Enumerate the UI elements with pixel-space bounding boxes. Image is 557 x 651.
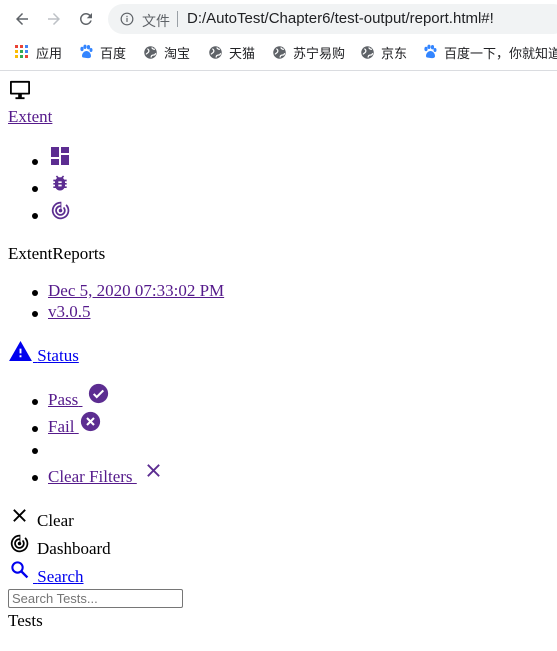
globe-icon <box>359 44 375 60</box>
bookmark-label: 百度 <box>100 45 127 61</box>
close-icon[interactable] <box>145 462 162 479</box>
arrow-right-icon <box>48 13 60 25</box>
reload-button[interactable] <box>74 7 98 31</box>
list-bullet <box>32 475 38 481</box>
address-separator <box>177 11 178 27</box>
clear-filters-label: Clear Filters <box>48 467 133 486</box>
list-bullet <box>32 159 38 165</box>
list-bullet <box>32 186 38 192</box>
reload-icon <box>79 12 92 25</box>
bookmark-label: 天猫 <box>229 45 256 61</box>
search-icon[interactable] <box>10 560 29 579</box>
list-bullet <box>32 448 38 454</box>
track-changes-icon[interactable] <box>9 533 30 554</box>
forward-button[interactable] <box>42 7 66 31</box>
list-bullet <box>32 213 38 219</box>
bookmark-label: 应用 <box>36 45 63 61</box>
clear-label[interactable]: Clear <box>37 511 74 531</box>
baidu-paw-icon <box>422 44 438 60</box>
cancel-circle-icon[interactable] <box>80 411 101 432</box>
check-circle-icon[interactable] <box>88 383 109 404</box>
globe-icon <box>271 44 287 60</box>
arrow-left-icon <box>16 13 28 25</box>
list-bullet <box>32 399 38 405</box>
list-bullet <box>32 311 38 317</box>
filter-pass-link[interactable]: Pass <box>48 390 82 410</box>
browser-toolbar: 文件 D:/AutoTest/Chapter6/test-output/repo… <box>0 0 557 71</box>
tests-label: Tests <box>8 611 43 630</box>
apps-grid-icon <box>14 44 30 60</box>
report-title: ExtentReports <box>8 244 106 263</box>
bookmark-taobao[interactable]: 淘宝 <box>142 42 190 62</box>
clear-filters-link[interactable]: Clear Filters <box>48 467 137 487</box>
search-link[interactable]: Search <box>33 567 84 587</box>
address-bar[interactable]: 文件 D:/AutoTest/Chapter6/test-output/repo… <box>108 4 557 34</box>
list-bullet <box>32 426 38 432</box>
search-input[interactable] <box>8 589 183 608</box>
bookmark-baidu[interactable]: 百度 <box>78 42 126 62</box>
warning-icon <box>9 341 32 361</box>
bookmark-label: 苏宁易购 <box>293 45 346 61</box>
dashboard-icon[interactable] <box>50 146 70 166</box>
filter-pass-label: Pass <box>48 390 79 409</box>
desktop-icon <box>10 80 30 100</box>
filter-fail-link[interactable]: Fail <box>48 417 79 437</box>
filter-fail-label: Fail <box>48 417 75 436</box>
bookmark-baidu-search[interactable]: 百度一下，你就知道 <box>422 42 557 62</box>
scheme-label: 文件 <box>142 13 170 29</box>
status-link[interactable]: Status <box>33 346 79 366</box>
search-label: Search <box>37 567 84 586</box>
dashboard-label[interactable]: Dashboard <box>37 539 111 559</box>
bookmarks-bar: 应用 百度 淘宝 天猫 苏宁易购 京东 百度一下，你就知道 <box>0 38 557 66</box>
baidu-paw-icon <box>78 44 94 60</box>
brand-link[interactable]: Extent <box>8 107 52 127</box>
bookmark-label: 京东 <box>381 45 408 61</box>
back-button[interactable] <box>10 7 34 31</box>
bookmark-apps[interactable]: 应用 <box>14 42 62 62</box>
report-date-link[interactable]: Dec 5, 2020 07:33:02 PM <box>48 281 224 301</box>
track-changes-icon[interactable] <box>50 200 71 221</box>
status-label: Status <box>37 346 79 365</box>
bookmark-label: 百度一下，你就知道 <box>444 45 557 61</box>
globe-icon <box>207 44 223 60</box>
bookmark-jd[interactable]: 京东 <box>359 42 407 62</box>
bookmark-suning[interactable]: 苏宁易购 <box>271 42 345 62</box>
version-link[interactable]: v3.0.5 <box>48 302 91 322</box>
globe-icon <box>142 44 158 60</box>
list-bullet <box>32 290 38 296</box>
close-icon[interactable] <box>11 507 28 524</box>
info-icon[interactable] <box>120 12 134 26</box>
bookmark-label: 淘宝 <box>164 45 191 61</box>
bookmark-tmall[interactable]: 天猫 <box>207 42 255 62</box>
bug-icon[interactable] <box>50 173 70 193</box>
url-text[interactable]: D:/AutoTest/Chapter6/test-output/report.… <box>187 10 494 27</box>
